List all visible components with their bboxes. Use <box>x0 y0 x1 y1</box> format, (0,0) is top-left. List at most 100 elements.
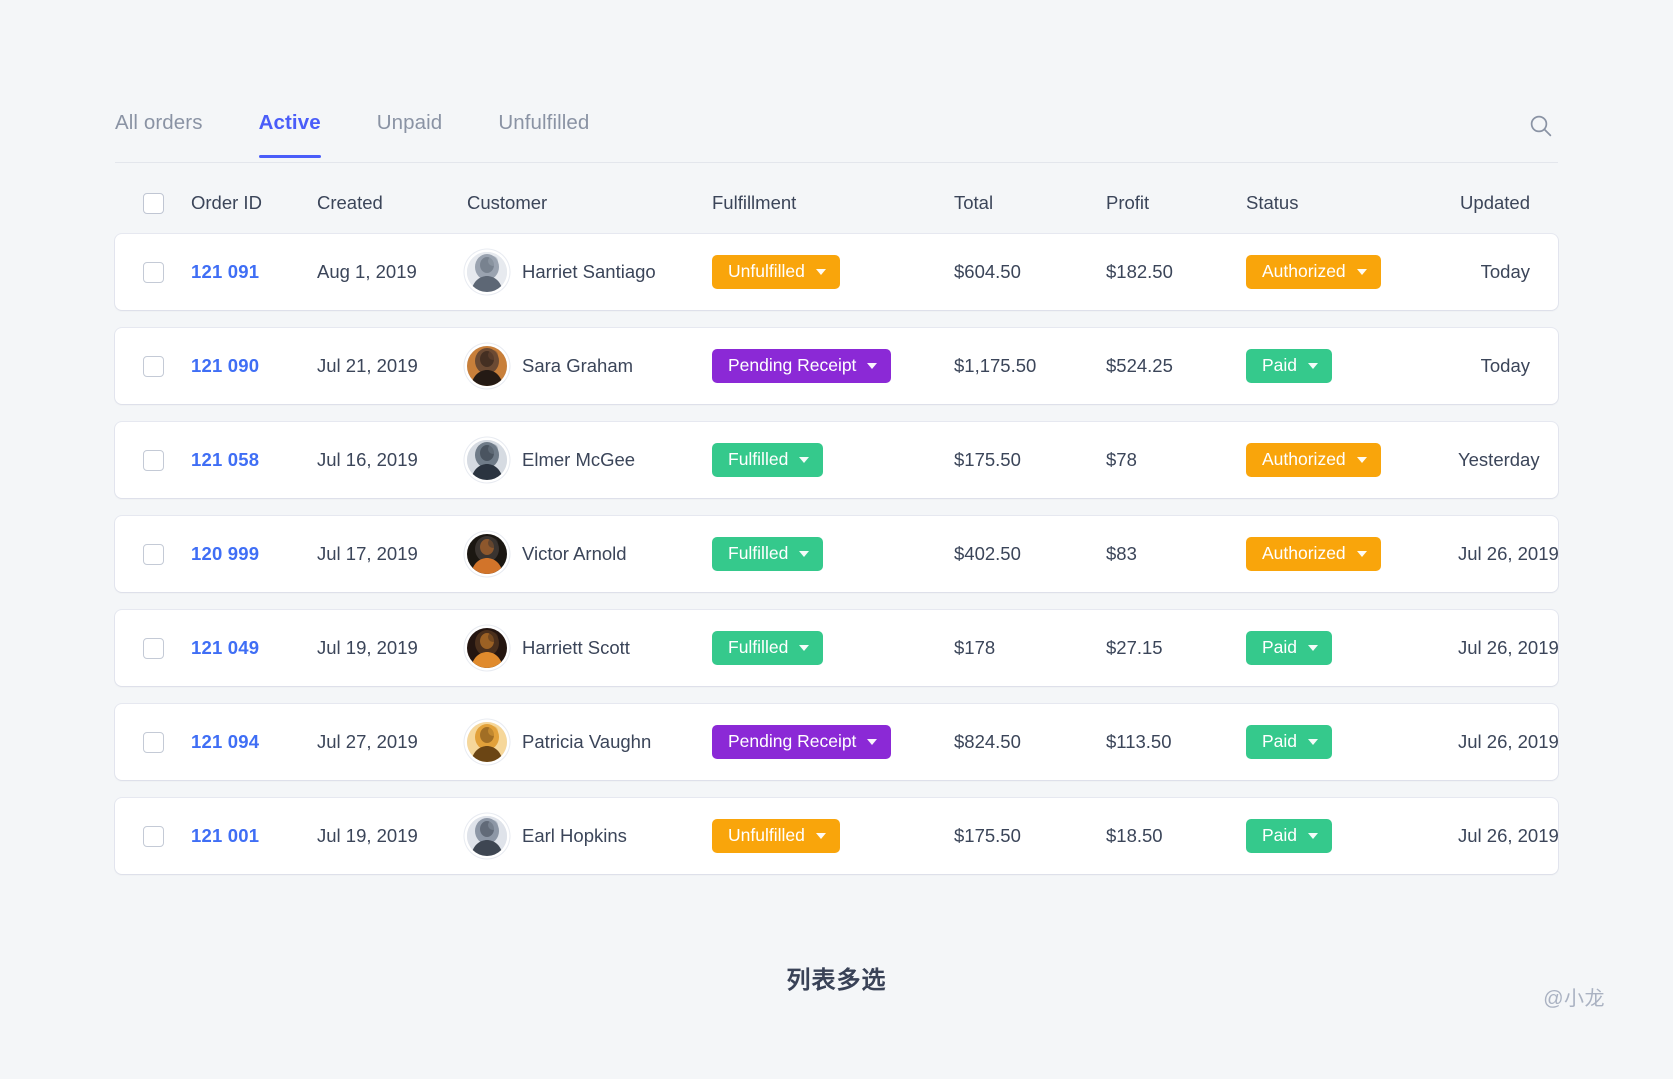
column-header-profit[interactable]: Profit <box>1106 192 1246 214</box>
chevron-down-icon <box>799 551 809 557</box>
table-row[interactable]: 121 091Aug 1, 2019Harriet SantiagoUnfulf… <box>115 234 1558 310</box>
updated-date: Yesterday <box>1458 449 1558 471</box>
order-id-link[interactable]: 121 058 <box>191 449 259 470</box>
row-select-checkbox[interactable] <box>143 450 164 471</box>
fulfillment-badge-label: Pending Receipt <box>728 733 856 751</box>
tab-all-orders[interactable]: All orders <box>115 105 203 157</box>
column-header-fulfillment[interactable]: Fulfillment <box>712 192 954 214</box>
order-id-link[interactable]: 121 090 <box>191 355 259 376</box>
status-badge[interactable]: Authorized <box>1246 443 1381 477</box>
fulfillment-badge-label: Fulfilled <box>728 451 788 469</box>
chevron-down-icon <box>816 269 826 275</box>
status-badge-label: Authorized <box>1262 545 1346 563</box>
row-select-checkbox[interactable] <box>143 356 164 377</box>
tab-unfulfilled[interactable]: Unfulfilled <box>498 105 589 157</box>
customer-name: Victor Arnold <box>522 543 627 565</box>
table-row[interactable]: 120 999 Jul 17, 2019 Victor Arnold Fulfille… <box>115 516 1558 592</box>
fulfillment-badge[interactable]: Unfulfilled <box>712 255 840 289</box>
order-profit: $524.25 <box>1106 355 1246 377</box>
customer-cell: Harriett Scott <box>467 628 712 668</box>
chevron-down-icon <box>1308 833 1318 839</box>
order-id-link[interactable]: 121 094 <box>191 731 259 752</box>
status-badge[interactable]: Paid <box>1246 725 1332 759</box>
row-select-checkbox[interactable] <box>143 638 164 659</box>
watermark: @小龙 <box>1543 982 1605 1011</box>
table-row[interactable]: 121 094Jul 27, 2019Patricia VaughnPendin… <box>115 704 1558 780</box>
chevron-down-icon <box>1308 645 1318 651</box>
chevron-down-icon <box>867 363 877 369</box>
tab-unpaid[interactable]: Unpaid <box>377 105 443 157</box>
row-select-cell <box>115 450 191 471</box>
orders-page: All orders Active Unpaid Unfulfilled Ord… <box>0 0 1673 1079</box>
column-header-status[interactable]: Status <box>1246 192 1458 214</box>
table-row[interactable]: 121 090 Jul 21, 2019Sara Graham Pending Re… <box>115 328 1558 404</box>
tab-label: Unpaid <box>377 111 443 134</box>
column-header-created[interactable]: Created <box>317 192 467 214</box>
customer-cell: Victor Arnold <box>467 534 712 574</box>
chevron-down-icon <box>1308 363 1318 369</box>
order-id-link[interactable]: 121 049 <box>191 637 259 658</box>
tab-active[interactable]: Active <box>259 105 321 157</box>
search-icon[interactable] <box>1524 109 1558 143</box>
chevron-down-icon <box>799 457 809 463</box>
customer-cell: Elmer McGee <box>467 440 712 480</box>
avatar <box>467 816 507 856</box>
table-row[interactable]: 121 058 Jul 16, 2019Elmer McGee Fulfilled $… <box>115 422 1558 498</box>
chevron-down-icon <box>1357 269 1367 275</box>
column-header-total[interactable]: Total <box>954 192 1106 214</box>
order-profit: $113.50 <box>1106 731 1246 753</box>
customer-cell: Earl Hopkins <box>467 816 712 856</box>
status-badge[interactable]: Authorized <box>1246 255 1381 289</box>
status-badge-label: Authorized <box>1262 451 1346 469</box>
status-badge[interactable]: Authorized <box>1246 537 1381 571</box>
order-total: $1,175.50 <box>954 355 1106 377</box>
updated-date: Jul 26, 2019 <box>1458 637 1558 659</box>
created-date: Jul 16, 2019 <box>317 449 467 471</box>
status-badge[interactable]: Paid <box>1246 349 1332 383</box>
row-select-checkbox[interactable] <box>143 262 164 283</box>
created-date: Jul 19, 2019 <box>317 825 467 847</box>
status-badge[interactable]: Paid <box>1246 819 1332 853</box>
fulfillment-badge[interactable]: Unfulfilled <box>712 819 840 853</box>
fulfillment-badge[interactable]: Fulfilled <box>712 537 823 571</box>
status-badge-label: Authorized <box>1262 263 1346 281</box>
created-date: Jul 21, 2019 <box>317 355 467 377</box>
order-profit: $78 <box>1106 449 1246 471</box>
select-all-checkbox[interactable] <box>143 193 164 214</box>
fulfillment-badge[interactable]: Fulfilled <box>712 631 823 665</box>
fulfillment-badge-label: Pending Receipt <box>728 357 856 375</box>
table-body: 121 091Aug 1, 2019Harriet SantiagoUnfulf… <box>115 234 1558 874</box>
table-row[interactable]: 121 001 Jul 19, 2019Earl HopkinsUnfulfill… <box>115 798 1558 874</box>
status-badge[interactable]: Paid <box>1246 631 1332 665</box>
column-header-updated[interactable]: Updated <box>1458 192 1558 214</box>
row-select-checkbox[interactable] <box>143 732 164 753</box>
customer-cell: Sara Graham <box>467 346 712 386</box>
status-badge-label: Paid <box>1262 827 1297 845</box>
order-id-link[interactable]: 121 001 <box>191 825 259 846</box>
column-header-customer[interactable]: Customer <box>467 192 712 214</box>
order-profit: $27.15 <box>1106 637 1246 659</box>
created-date: Jul 19, 2019 <box>317 637 467 659</box>
order-total: $178 <box>954 637 1106 659</box>
row-select-checkbox[interactable] <box>143 544 164 565</box>
row-select-checkbox[interactable] <box>143 826 164 847</box>
chevron-down-icon <box>1357 551 1367 557</box>
order-id-link[interactable]: 120 999 <box>191 543 259 564</box>
updated-date: Today <box>1458 355 1558 377</box>
row-select-cell <box>115 638 191 659</box>
chevron-down-icon <box>799 645 809 651</box>
column-header-order-id[interactable]: Order ID <box>191 192 317 214</box>
fulfillment-badge[interactable]: Pending Receipt <box>712 349 891 383</box>
select-all-cell <box>115 193 191 214</box>
avatar <box>467 722 507 762</box>
order-id-link[interactable]: 121 091 <box>191 261 259 282</box>
created-date: Jul 17, 2019 <box>317 543 467 565</box>
tab-label: Active <box>259 111 321 134</box>
table-row[interactable]: 121 049 Jul 19, 2019Harriett ScottFulfill… <box>115 610 1558 686</box>
fulfillment-badge[interactable]: Pending Receipt <box>712 725 891 759</box>
customer-cell: Patricia Vaughn <box>467 722 712 762</box>
fulfillment-badge-label: Fulfilled <box>728 545 788 563</box>
fulfillment-badge[interactable]: Fulfilled <box>712 443 823 477</box>
table-header-row: Order ID Created Customer Fulfillment To… <box>115 172 1558 234</box>
chevron-down-icon <box>867 739 877 745</box>
